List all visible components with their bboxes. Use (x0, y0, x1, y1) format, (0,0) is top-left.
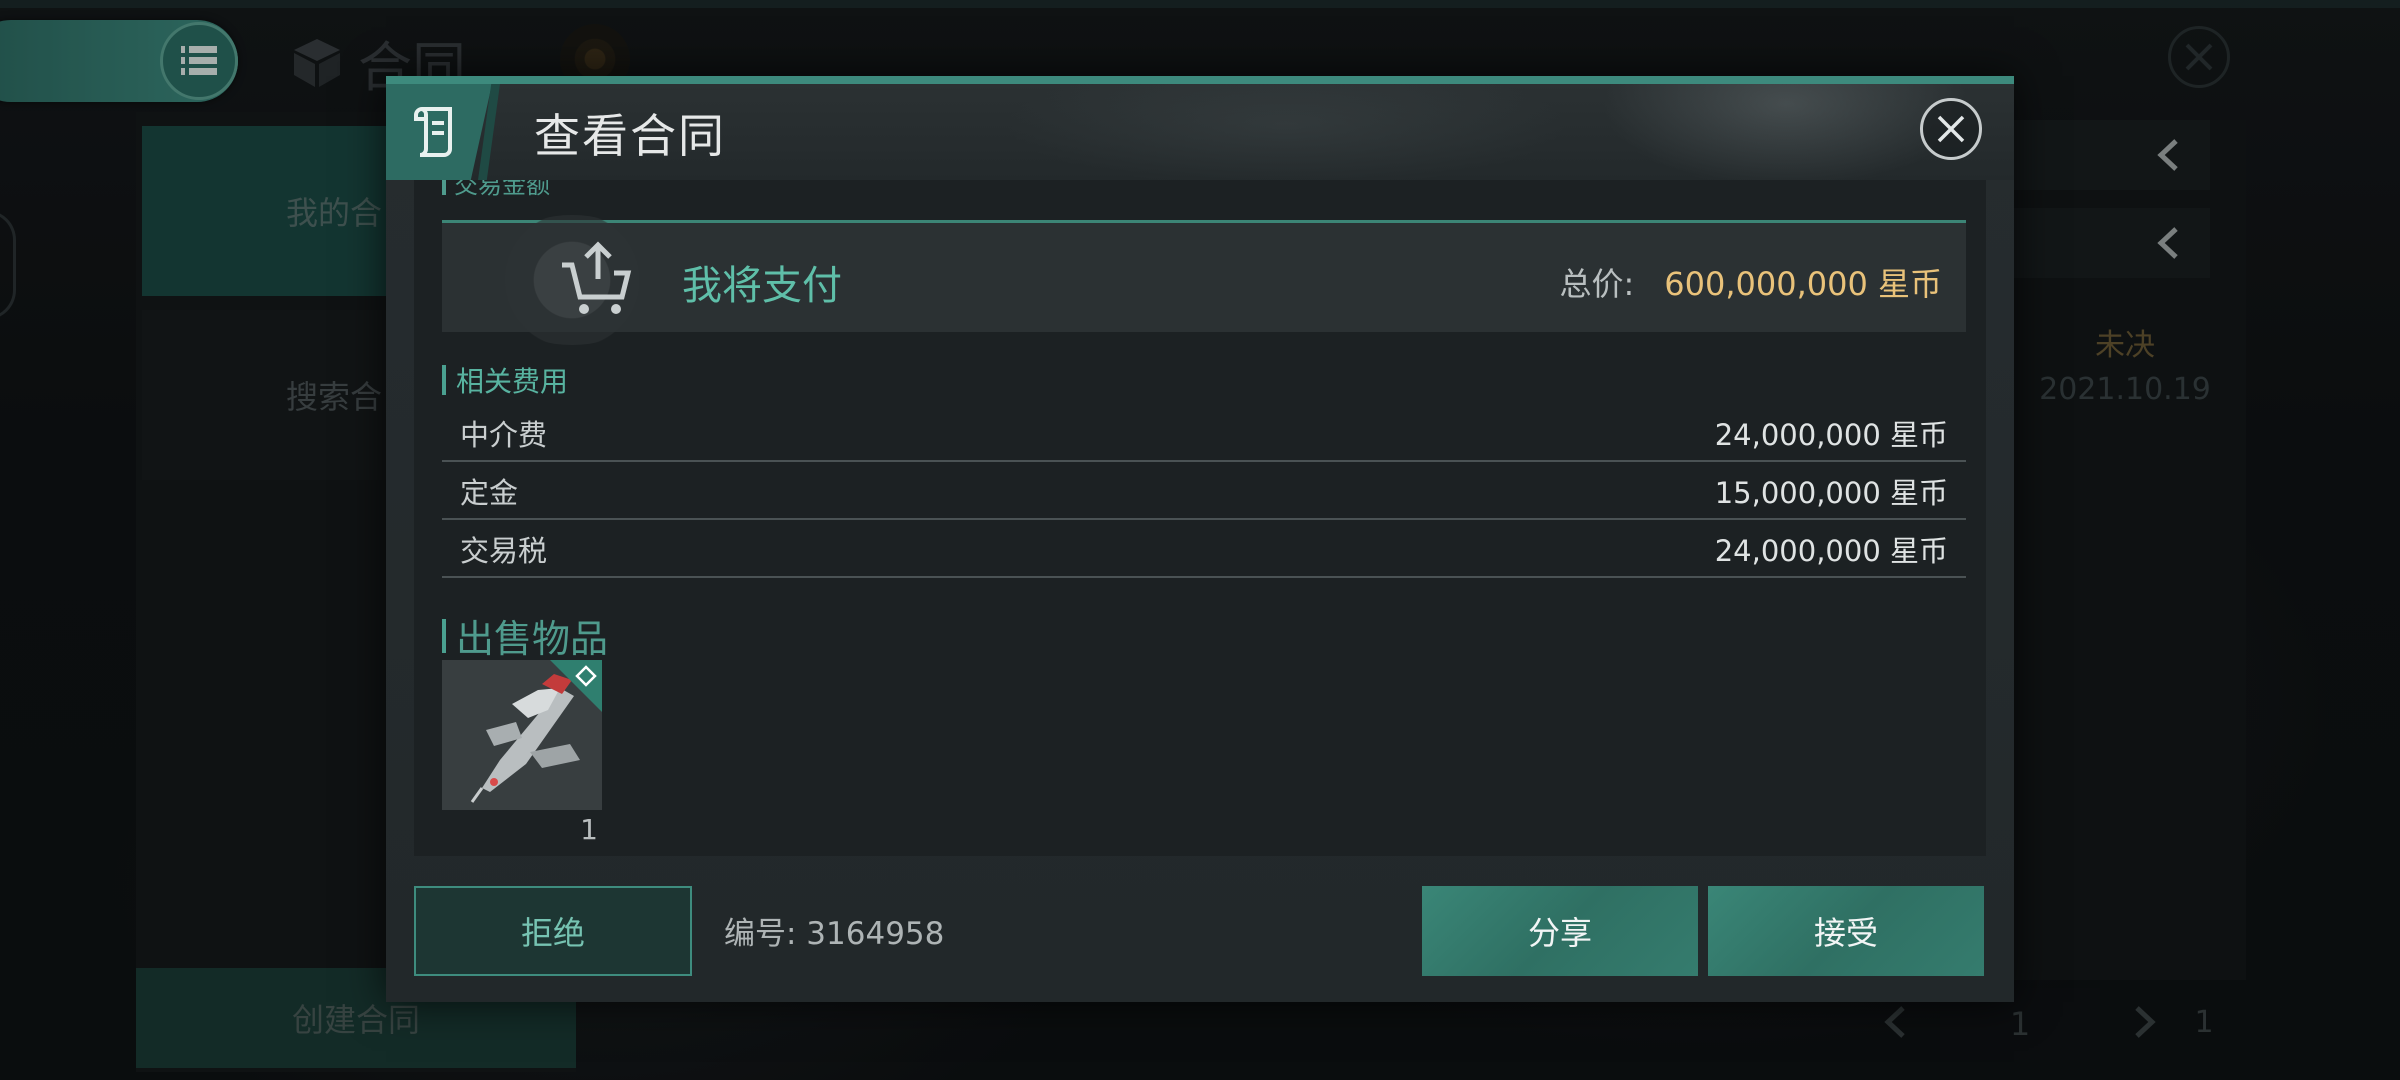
fee-amount: 24,000,000 星币 (1714, 534, 1948, 568)
fee-row-brokerage: 中介费 24,000,000 星币 (442, 406, 1966, 462)
section-heading-items-for-sale: 出售物品 (442, 608, 608, 663)
accept-button[interactable]: 接受 (1708, 886, 1984, 976)
section-heading-text: 出售物品 (456, 617, 609, 661)
cart-upload-icon (562, 241, 632, 314)
fee-amount: 15,000,000 星币 (1714, 476, 1948, 510)
section-heading-related-fees: 相关费用 (442, 360, 568, 400)
screen: 合同 我的合 搜索合 创建合同 未决 2021.10.19 1 1 查看合同 交… (0, 0, 2400, 1080)
total-price-label: 总价: (1559, 265, 1635, 303)
reject-button-label: 拒绝 (520, 914, 585, 952)
scroll-document-icon (414, 107, 452, 157)
dialog-close-button[interactable] (1920, 98, 1982, 160)
fee-name: 交易税 (460, 534, 548, 568)
total-price-value: 600,000,000 星币 (1664, 265, 1942, 303)
dialog-top-accent (386, 76, 2014, 84)
fee-row-transaction-tax: 交易税 24,000,000 星币 (442, 522, 1966, 578)
fee-name: 中介费 (460, 418, 548, 452)
heading-bar (442, 180, 446, 195)
total-price: 总价: 600,000,000 星币 (1559, 259, 1942, 305)
reject-button[interactable]: 拒绝 (414, 886, 692, 976)
diamond-icon (575, 665, 597, 687)
fee-name: 定金 (460, 476, 519, 510)
payment-direction-label: 我将支付 (682, 263, 842, 309)
fee-row-deposit: 定金 15,000,000 星币 (442, 464, 1966, 520)
contract-details-scroll-area[interactable]: 交易金额 我将支付 总价: 600,000,000 星币 相关费用 中介费 24… (414, 180, 1986, 856)
item-quantity: 1 (580, 812, 598, 846)
payment-summary: 我将支付 总价: 600,000,000 星币 (442, 215, 1966, 345)
section-heading-trade-amount: 交易金额 (442, 180, 550, 199)
section-heading-text: 交易金额 (454, 180, 550, 199)
view-contract-dialog: 查看合同 交易金额 我将支付 总价: 600,000,000 星币 相关费用 中… (386, 76, 2014, 1002)
contract-number: 编号: 3164958 (724, 916, 945, 952)
section-heading-text: 相关费用 (456, 365, 569, 398)
fee-amount: 24,000,000 星币 (1714, 418, 1948, 452)
heading-bar (442, 618, 446, 653)
share-button-label: 分享 (1527, 914, 1592, 952)
heading-bar (442, 365, 446, 395)
close-icon (1937, 115, 1965, 143)
sale-item-card[interactable]: 1 (442, 660, 602, 848)
share-button[interactable]: 分享 (1422, 886, 1698, 976)
dialog-title: 查看合同 (534, 109, 726, 163)
accept-button-label: 接受 (1813, 914, 1878, 952)
